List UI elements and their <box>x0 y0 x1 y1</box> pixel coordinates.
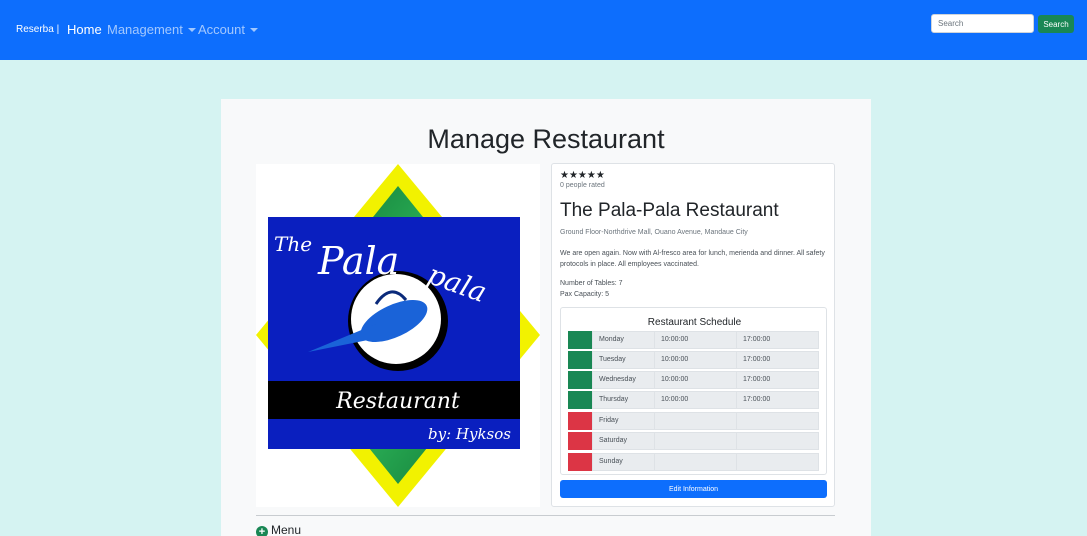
restaurant-logo-image: The Pala pala Restaurant by: Hyksos <box>256 164 540 507</box>
schedule-row: Sunday <box>568 453 819 471</box>
pax-capacity: Pax Capacity: 5 <box>560 291 610 298</box>
nav-account-dropdown[interactable]: Account <box>198 22 258 37</box>
schedule-title: Restaurant Schedule <box>647 317 742 328</box>
logo-text-byline: by: Hyksos <box>428 425 511 443</box>
schedule-close-time: 17:00:00 <box>736 391 819 409</box>
navbar: Reserba | Home Management Account Search <box>0 0 1087 60</box>
brand[interactable]: Reserba | <box>16 24 59 35</box>
rating-stars-icon[interactable]: ★★★★★ <box>560 170 605 181</box>
schedule-close-time: 17:00:00 <box>736 371 819 389</box>
logo-text-restaurant: Restaurant <box>335 389 460 414</box>
search-button[interactable]: Search <box>1038 15 1074 33</box>
schedule-day: Sunday <box>592 453 655 471</box>
schedule-row: Thursday 10:00:00 17:00:00 <box>568 391 819 409</box>
chevron-down-icon <box>187 28 196 32</box>
edit-information-button[interactable]: Edit Information <box>560 480 827 498</box>
schedule-day: Saturday <box>592 432 655 450</box>
schedule-close-time: 17:00:00 <box>736 351 819 369</box>
schedule-close-time <box>736 412 819 430</box>
schedule-close-time: 17:00:00 <box>736 331 819 349</box>
restaurant-capacity-info: Number of Tables: 7 Pax Capacity: 5 <box>560 278 623 300</box>
rating-count: 0 people rated <box>560 182 605 189</box>
schedule-day: Thursday <box>592 391 655 409</box>
restaurant-schedule: Restaurant Schedule Monday 10:00:00 17:0… <box>560 307 827 475</box>
schedule-open-time <box>654 432 737 450</box>
menu-section-toggle[interactable]: + Menu <box>256 523 301 536</box>
schedule-row: Friday <box>568 412 819 430</box>
nav-management-label: Management <box>107 22 183 37</box>
restaurant-name: The Pala-Pala Restaurant <box>560 200 779 221</box>
plus-circle-icon: + <box>256 526 268 536</box>
schedule-row: Tuesday 10:00:00 17:00:00 <box>568 351 819 369</box>
restaurant-description: We are open again. Now with Al-fresco ar… <box>560 250 825 268</box>
schedule-row: Wednesday 10:00:00 17:00:00 <box>568 371 819 389</box>
divider <box>256 515 835 516</box>
schedule-open-time: 10:00:00 <box>654 331 737 349</box>
schedule-open-time <box>654 453 737 471</box>
schedule-close-time <box>736 453 819 471</box>
table-count: Number of Tables: 7 <box>560 280 623 287</box>
search-input[interactable] <box>931 14 1034 33</box>
nav-account-label: Account <box>198 22 245 37</box>
menu-label: Menu <box>271 523 302 536</box>
status-indicator <box>568 391 592 409</box>
status-indicator <box>568 412 592 430</box>
schedule-close-time <box>736 432 819 450</box>
page-title: Manage Restaurant <box>427 124 665 154</box>
schedule-day: Tuesday <box>592 351 655 369</box>
status-indicator <box>568 331 592 349</box>
restaurant-address: Ground Floor-Northdrive Mall, Ouano Aven… <box>560 229 748 236</box>
status-indicator <box>568 453 592 471</box>
logo-text-pala: Pala <box>317 239 399 283</box>
schedule-open-time: 10:00:00 <box>654 351 737 369</box>
nav-home-link[interactable]: Home <box>67 22 102 37</box>
status-indicator <box>568 371 592 389</box>
status-indicator <box>568 432 592 450</box>
logo-text-the: The <box>274 232 312 256</box>
schedule-open-time: 10:00:00 <box>654 391 737 409</box>
schedule-day: Friday <box>592 412 655 430</box>
schedule-row: Saturday <box>568 432 819 450</box>
main-panel: Manage Restaurant The Pala pala Restaura… <box>221 99 871 536</box>
restaurant-info-card: ★★★★★ 0 people rated The Pala-Pala Resta… <box>551 163 835 507</box>
nav-management-dropdown[interactable]: Management <box>107 22 196 37</box>
schedule-day: Monday <box>592 331 655 349</box>
schedule-row: Monday 10:00:00 17:00:00 <box>568 331 819 349</box>
restaurant-logo: The Pala pala Restaurant by: Hyksos <box>256 164 540 507</box>
schedule-open-time <box>654 412 737 430</box>
chevron-down-icon <box>249 28 258 32</box>
schedule-day: Wednesday <box>592 371 655 389</box>
status-indicator <box>568 351 592 369</box>
schedule-open-time: 10:00:00 <box>654 371 737 389</box>
